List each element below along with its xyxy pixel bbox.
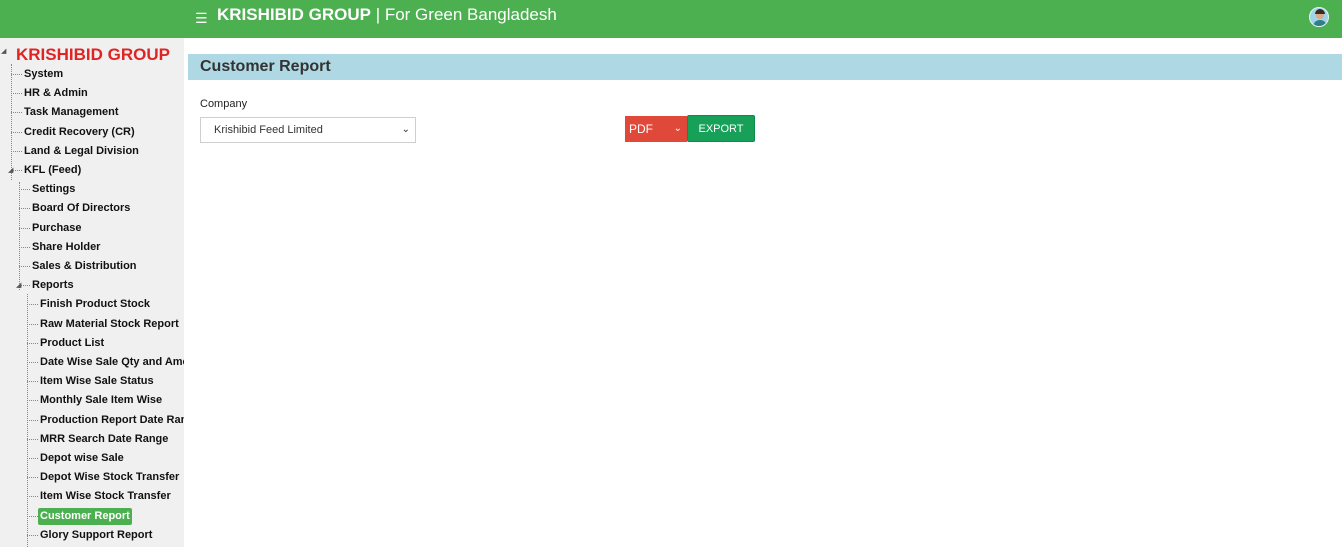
report-item[interactable]: Glory Support Report <box>0 526 184 545</box>
tree-node-label: Depot Wise Stock Transfer <box>40 471 180 483</box>
report-item[interactable]: Depot Wise Stock Transfer <box>0 468 184 487</box>
tree-node-label: Product List <box>40 337 105 349</box>
tree-connector <box>11 74 22 75</box>
tree-node-label: Board Of Directors <box>32 202 131 214</box>
company-select[interactable]: Krishibid Feed Limited ⌄ <box>200 117 416 143</box>
report-item[interactable]: Monthly Sale Item Wise <box>0 391 184 410</box>
company-select-value: Krishibid Feed Limited <box>214 124 323 136</box>
report-item[interactable]: Production Report Date Range <box>0 411 184 430</box>
tree-connector <box>27 381 38 382</box>
tree-connector <box>27 458 38 459</box>
sidebar-subitem[interactable]: Sales & Distribution <box>0 257 184 276</box>
tree-node-label: HR & Admin <box>24 87 88 99</box>
tree-node-label: Item Wise Stock Transfer <box>40 490 171 502</box>
export-format-value: PDF <box>629 122 653 136</box>
tree-connector <box>27 400 38 401</box>
tree-connector <box>19 247 30 248</box>
sidebar-item[interactable]: ◢ KFL (Feed) <box>0 161 184 180</box>
sidebar-item[interactable]: System <box>0 65 184 84</box>
tree-node-label: Production Report Date Range <box>40 414 184 426</box>
user-avatar-icon[interactable] <box>1309 7 1329 27</box>
report-item[interactable]: MRR Search Date Range <box>0 430 184 449</box>
tree-connector <box>27 439 38 440</box>
sidebar-tree: ◢ KRISHIBID GROUP System HR & Admin Task M… <box>0 38 184 547</box>
export-button[interactable]: EXPORT <box>687 115 755 142</box>
tree-connector <box>19 208 30 209</box>
tree-connector <box>27 420 38 421</box>
export-format-select[interactable]: PDF ⌄ <box>625 116 687 142</box>
tree-connector <box>19 228 30 229</box>
tree-connector <box>27 362 38 363</box>
brand-tagline: | For Green Bangladesh <box>370 5 557 24</box>
company-label: Company <box>200 98 248 110</box>
tree-node-label: KFL (Feed) <box>24 164 82 176</box>
tree-node-label: Glory Support Report <box>40 529 153 541</box>
top-navbar: ☰ KRISHIBID GROUP | For Green Bangladesh <box>0 0 1342 38</box>
tree-connector <box>11 112 22 113</box>
tree-expand-icon[interactable]: ◢ <box>1 48 7 56</box>
sidebar-subitem[interactable]: Board Of Directors <box>0 199 184 218</box>
sidebar-subitem[interactable]: Purchase <box>0 219 184 238</box>
report-item[interactable]: Finish Product Stock <box>0 295 184 314</box>
tree-connector <box>27 516 38 517</box>
sidebar-item[interactable]: Land & Legal Division <box>0 142 184 161</box>
tree-node-label: Task Management <box>24 106 119 118</box>
tree-node-label: Settings <box>32 183 76 195</box>
tree-connector <box>11 93 22 94</box>
tree-connector <box>27 496 38 497</box>
tree-connector <box>27 477 38 478</box>
tree-node-label: Land & Legal Division <box>24 145 139 157</box>
tree-node-label: Date Wise Sale Qty and Amount <box>40 356 184 368</box>
report-item[interactable]: Item Wise Stock Transfer <box>0 487 184 506</box>
main-content: Customer Report Company Krishibid Feed L… <box>187 38 1342 547</box>
page-title-bar: Customer Report <box>188 54 1342 80</box>
sidebar-subitem[interactable]: Share Holder <box>0 238 184 257</box>
tree-node-label: Finish Product Stock <box>40 298 151 310</box>
sidebar-item[interactable]: Credit Recovery (CR) <box>0 123 184 142</box>
tree-node-label: Monthly Sale Item Wise <box>40 394 163 406</box>
tree-node-label: Purchase <box>32 222 82 234</box>
sidebar-item[interactable]: HR & Admin <box>0 84 184 103</box>
tree-node-label: Customer Report <box>38 508 132 525</box>
tree-connector <box>27 324 38 325</box>
tree-connector <box>19 266 30 267</box>
tree-collapse-icon[interactable]: ◢ <box>8 161 13 180</box>
tree-node-label: Sales & Distribution <box>32 260 137 272</box>
page-title: Customer Report <box>200 58 331 75</box>
brand-title[interactable]: KRISHIBID GROUP | For Green Bangladesh <box>217 5 557 25</box>
tree-node-label: Reports <box>32 279 74 291</box>
chevron-down-icon: ⌄ <box>673 123 682 134</box>
tree-connector <box>11 151 22 152</box>
chevron-down-icon: ⌄ <box>401 124 410 135</box>
tree-node-label: Credit Recovery (CR) <box>24 126 135 138</box>
tree-connector <box>19 189 30 190</box>
report-item[interactable]: Product List <box>0 334 184 353</box>
sidebar-subitem[interactable]: Settings <box>0 180 184 199</box>
hamburger-menu-icon[interactable]: ☰ <box>195 9 208 27</box>
tree-node-label: System <box>24 68 64 80</box>
sidebar-item[interactable]: Task Management <box>0 103 184 122</box>
tree-node-label: Item Wise Sale Status <box>40 375 154 387</box>
tree-collapse-icon[interactable]: ◢ <box>16 276 21 295</box>
tree-node-label: Share Holder <box>32 241 101 253</box>
brand-name: KRISHIBID GROUP <box>217 5 371 24</box>
tree-connector <box>27 304 38 305</box>
tree-root-label[interactable]: KRISHIBID GROUP <box>16 46 170 64</box>
report-item[interactable]: Raw Material Stock Report <box>0 315 184 334</box>
avatar-hair <box>1315 9 1325 14</box>
avatar-body <box>1313 20 1327 26</box>
report-item[interactable]: Item Wise Sale Status <box>0 372 184 391</box>
tree-node-label: MRR Search Date Range <box>40 433 169 445</box>
tree-connector <box>27 535 38 536</box>
report-item[interactable]: Date Wise Sale Qty and Amount <box>0 353 184 372</box>
tree-connector <box>27 343 38 344</box>
report-item[interactable]: Customer Report <box>0 507 184 526</box>
tree-connector <box>11 132 22 133</box>
tree-node-label: Raw Material Stock Report <box>40 318 179 330</box>
sidebar-subitem[interactable]: ◢ Reports <box>0 276 184 295</box>
tree-node-label: Depot wise Sale <box>40 452 124 464</box>
report-item[interactable]: Depot wise Sale <box>0 449 184 468</box>
